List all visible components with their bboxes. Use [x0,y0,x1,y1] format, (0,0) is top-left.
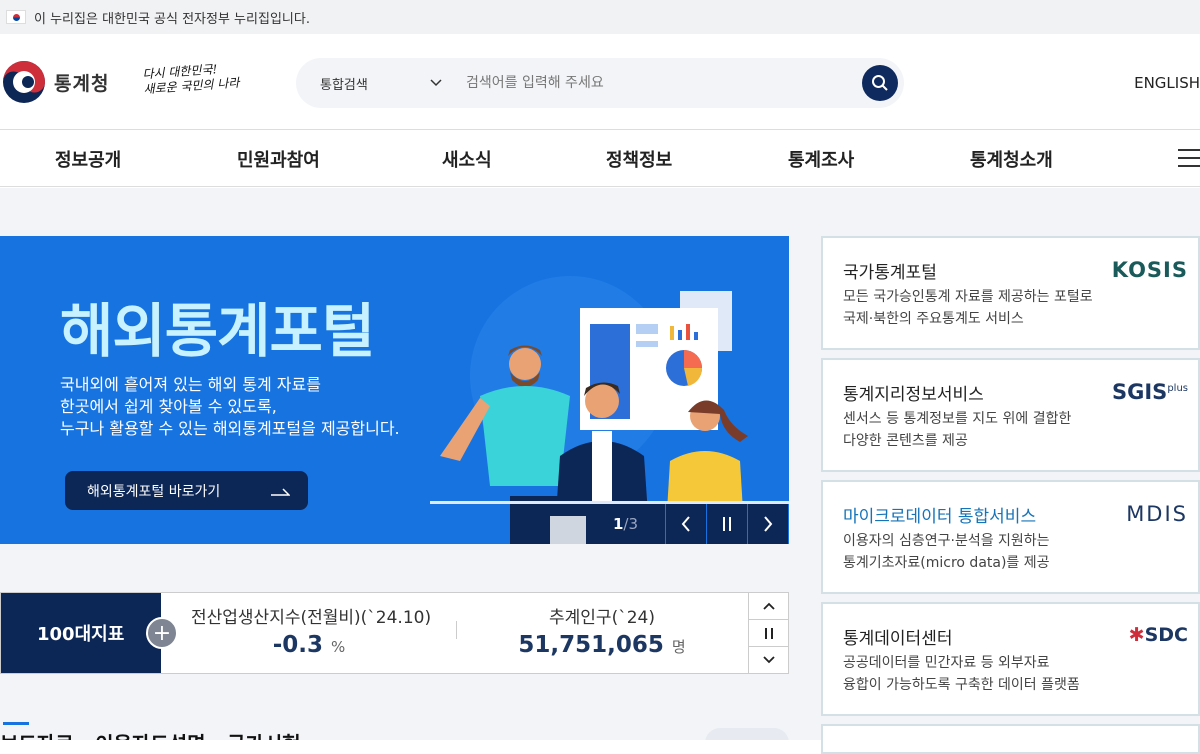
indicator-value: -0.3 [272,632,323,658]
service-card-title: 국가통계포털 [843,263,937,283]
kosis-logo: KOSIS [1111,258,1188,282]
plus-icon[interactable]: + [146,617,178,649]
chevron-down-icon [762,656,775,664]
search-button[interactable] [862,65,898,101]
indicator-pause-button[interactable] [749,620,788,647]
search-input[interactable] [456,75,862,91]
indicator-down-button[interactable] [749,647,788,673]
mdis-logo: MDIS [1126,502,1188,526]
service-card-sgis[interactable]: 통계지리정보서비스 센서스 등 통계정보를 지도 위에 결합한 다양한 콘텐츠를… [821,358,1200,472]
service-card-title: 통계지리정보서비스 [843,385,984,405]
indicator-item[interactable]: 전산업생산지수(전월비)(`24.10) -0.3 % [191,603,432,658]
chevron-up-icon [762,602,775,610]
sdc-logo-text: SDC [1144,624,1188,646]
indicator-value: 51,751,065 [518,632,664,658]
search-category-label: 통합검색 [320,77,368,93]
hero-desc-line: 국내외에 흩어져 있는 해외 통계 자료를 [60,375,321,394]
service-card-desc-line: 이용자의 심층연구·분석을 지원하는 [843,533,1050,549]
chevron-right-icon [764,516,773,532]
main-nav: 정보공개 민원과참여 새소식 정책정보 통계조사 통계청소개 [0,130,1200,187]
service-card-desc-line: 센서스 등 통계정보를 지도 위에 결합한 [843,411,1072,427]
slogan: 다시 대한민국! 새로운 국민의 나라 [142,61,240,98]
gov-banner-text: 이 누리집은 대한민국 공식 전자정부 누리집입니다. [34,11,310,27]
chevron-down-icon [430,79,442,87]
sdc-star-icon: ✱ [1128,624,1145,646]
service-card-title: 마이크로데이터 통합서비스 [843,507,1037,527]
indicator-label[interactable]: 100대지표 [1,593,161,673]
service-card-desc-line: 국제·북한의 주요통계도 서비스 [843,311,1024,327]
service-card-desc-line: 융합이 가능하도록 구축한 데이터 플랫폼 [843,677,1080,693]
service-card-desc-line: 통계기초자료(micro data)를 제공 [843,555,1050,571]
hero-description: 국내외에 흩어져 있는 해외 통계 자료를 한곳에서 쉽게 찾아볼 수 있도록,… [60,374,400,440]
indicator-unit: % [331,638,346,656]
service-card-desc-line: 공공데이터를 민간자료 등 외부자료 [843,655,1050,671]
next-slide-button[interactable] [748,504,789,544]
search-bar: 통합검색 [296,58,904,108]
menu-icon[interactable] [1178,149,1200,167]
section-title-area: 보도자료 · 이용자도설명 · 국가시험 [0,720,789,740]
service-card-more[interactable] [821,724,1200,754]
gov-banner: 이 누리집은 대한민국 공식 전자정부 누리집입니다. [0,0,1200,34]
nav-item-survey[interactable]: 통계조사 [788,146,854,172]
korea-flag-icon [6,10,26,24]
nav-item-news[interactable]: 새소식 [442,146,492,172]
service-card-sdc[interactable]: 통계데이터센터 공공데이터를 민간자료 등 외부자료 융합이 가능하도록 구축한… [821,602,1200,716]
prev-slide-button[interactable] [666,504,707,544]
header: 통계청 다시 대한민국! 새로운 국민의 나라 통합검색 ENGLISH [0,34,1200,130]
nav-item-info-disclosure[interactable]: 정보공개 [55,146,121,172]
hero-title: 해외통계포털 [60,297,375,365]
logo-name: 통계청 [54,72,110,95]
service-card-kosis[interactable]: 국가통계포털 모든 국가승인통계 자료를 제공하는 포털로 국제·북한의 주요통… [821,236,1200,350]
slide-total: /3 [623,515,639,533]
service-card-desc-line: 모든 국가승인통계 자료를 제공하는 포털로 [843,289,1093,305]
service-card-desc: 센서스 등 통계정보를 지도 위에 결합한 다양한 콘텐츠를 제공 [843,408,1071,452]
chevron-left-icon [681,516,690,532]
indicator-item[interactable]: 추계인구(`24) 51,751,065 명 [501,603,703,658]
hero-desc-line: 누구나 활용할 수 있는 해외통계포털을 제공합니다. [60,419,400,438]
nav-item-about[interactable]: 통계청소개 [970,146,1053,172]
sgis-logo-text: SGIS [1112,380,1168,404]
arrow-right-icon [271,487,290,496]
service-card-mdis[interactable]: 마이크로데이터 통합서비스 이용자의 심층연구·분석을 지원하는 통계기초자료(… [821,480,1200,594]
slide-current: 1 [612,515,624,533]
indicator-up-button[interactable] [749,593,788,620]
service-card-desc: 공공데이터를 민간자료 등 외부자료 융합이 가능하도록 구축한 데이터 플랫폼 [843,652,1080,696]
hero-banner[interactable]: 해외통계포털 국내외에 흩어져 있는 해외 통계 자료를 한곳에서 쉽게 찾아볼… [0,236,789,544]
divider [456,621,457,639]
logo[interactable]: 통계청 [2,60,109,104]
pause-icon [764,627,773,639]
nav-item-policy[interactable]: 정책정보 [606,146,672,172]
hero-desc-line: 한곳에서 쉽게 찾아볼 수 있도록, [60,397,277,416]
search-category-select[interactable]: 통합검색 [296,74,456,93]
search-icon [872,75,888,91]
english-link[interactable]: ENGLISH [1134,74,1200,92]
section-accent-bar [3,722,29,725]
service-card-desc: 이용자의 심층연구·분석을 지원하는 통계기초자료(micro data)를 제… [843,530,1050,574]
more-button[interactable] [705,728,789,740]
indicator-controls [748,593,788,673]
taegeuk-logo-icon [3,61,45,103]
hero-go-button[interactable]: 해외통계포털 바로가기 [65,471,308,510]
hero-go-button-label: 해외통계포털 바로가기 [87,483,221,500]
section-title[interactable]: 보도자료 · 이용자도설명 · 국가시험 [0,728,301,740]
nav-item-participation[interactable]: 민원과참여 [237,146,320,172]
sgis-logo: SGISplus [1112,380,1188,404]
pause-slide-button[interactable] [707,504,748,544]
sdc-logo: ✱SDC [1129,624,1188,646]
sgis-logo-sup: plus [1167,383,1188,394]
indicator-title: 추계인구(`24) [549,608,655,628]
indicator-unit: 명 [671,638,686,656]
service-card-title: 통계데이터센터 [843,629,953,649]
service-card-desc-line: 다양한 콘텐츠를 제공 [843,433,968,449]
service-card-desc: 모든 국가승인통계 자료를 제공하는 포털로 국제·북한의 주요통계도 서비스 [843,286,1093,330]
indicator-title: 전산업생산지수(전월비)(`24.10) [191,608,432,628]
indicator-bar: 100대지표 + 전산업생산지수(전월비)(`24.10) -0.3 % 추계인… [0,592,789,674]
pause-icon [723,517,731,531]
slide-counter: 1/3 [586,504,666,544]
hero-controls: 1/3 [586,504,789,544]
